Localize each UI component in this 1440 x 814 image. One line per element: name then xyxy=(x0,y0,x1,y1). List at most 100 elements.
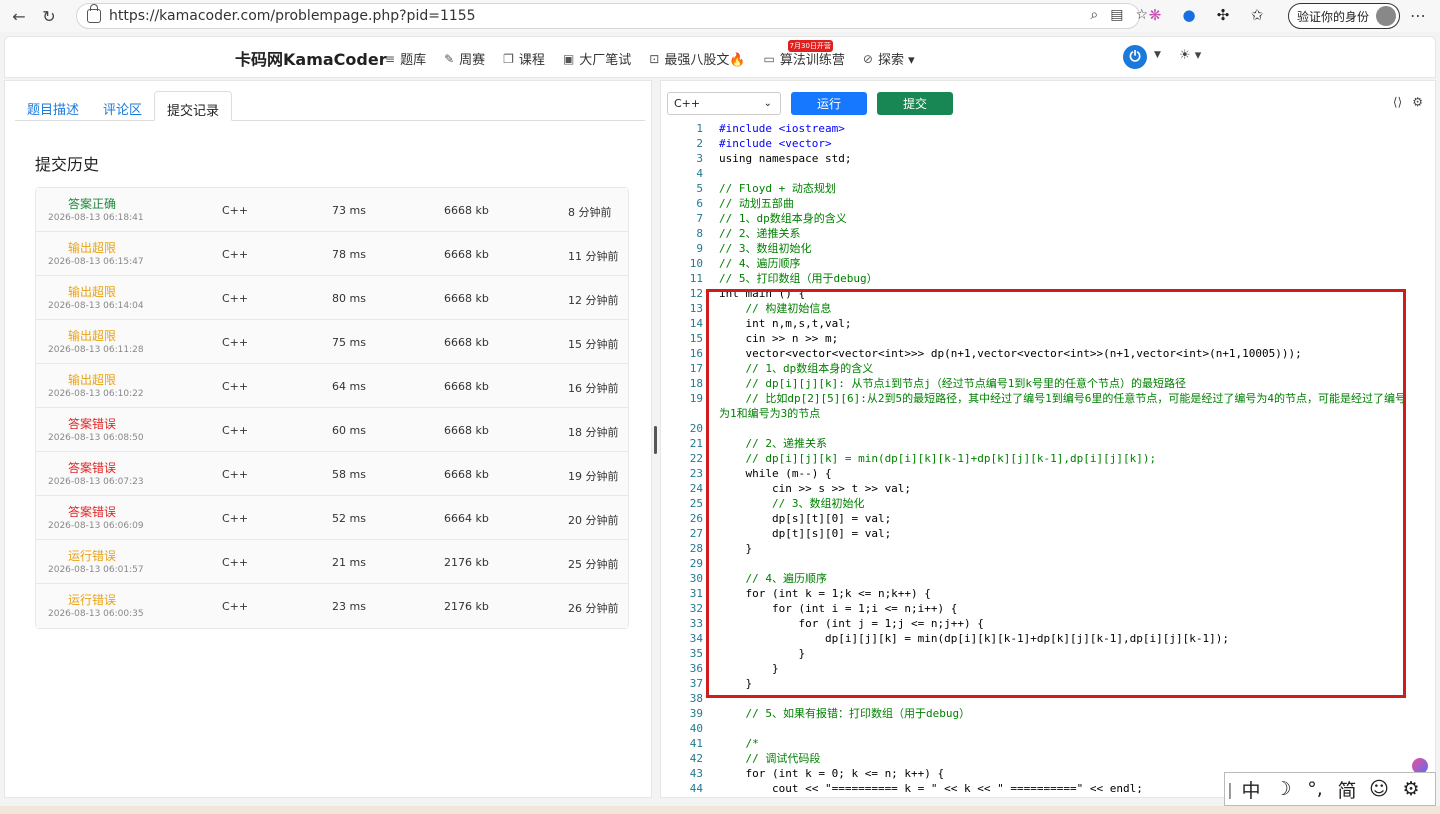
puzzle-icon[interactable]: ✣ xyxy=(1213,5,1233,25)
power-icon[interactable]: ⏻ xyxy=(1123,45,1147,69)
nav-item-interview[interactable]: ⊡ 最强八股文🔥 xyxy=(649,49,745,69)
submit-language: C++ xyxy=(222,468,249,481)
nav-item-weekly[interactable]: ✎ 周赛 xyxy=(444,49,485,69)
status-badge[interactable]: 答案错误 xyxy=(36,415,148,432)
code-line: 20 xyxy=(667,421,1427,436)
simplified-toggle[interactable]: 简 xyxy=(1331,776,1363,803)
emoji-icon[interactable]: ☺ xyxy=(1363,778,1395,800)
line-number: 26 xyxy=(689,512,703,525)
tab-bar: 题目描述 评论区 提交记录 xyxy=(15,91,645,121)
right-panel: C++ ⌄ 运行 提交 ⟨⟩ ⚙ 1 #include <iostream> 2 #i… xyxy=(660,80,1436,798)
tab-comments[interactable]: 评论区 xyxy=(91,91,154,121)
line-number: 23 xyxy=(689,467,703,480)
line-number: 1 xyxy=(696,122,703,135)
gear-icon[interactable]: ⚙ xyxy=(1412,95,1423,109)
relative-time: 20 分钟前 xyxy=(568,514,619,527)
site-brand[interactable]: 卡码网KamaCoder xyxy=(235,46,387,70)
favorites-icon[interactable]: ✩ xyxy=(1247,5,1267,25)
settings-icon[interactable]: ⚙ xyxy=(1395,778,1427,800)
memory-usage: 6668 kb xyxy=(444,292,489,305)
code-line: 32 for (int i = 1;i <= n;i++) { xyxy=(667,601,1427,616)
code-line: 26 dp[s][t][0] = val; xyxy=(667,511,1427,526)
code-text: for (int k = 1;k <= n;k++) { xyxy=(719,587,931,600)
language-select[interactable]: C++ ⌄ xyxy=(667,91,781,115)
table-row[interactable]: 答案错误 2026-08-13 06:06:09 C++ 52 ms 6664 kb 20… xyxy=(36,496,628,540)
ime-chinese-toggle[interactable]: 中 xyxy=(1235,776,1267,803)
code-text: dp[i][j][k] = min(dp[i][k][k-1]+dp[k][j]… xyxy=(719,632,1229,645)
code-editor[interactable]: 1 #include <iostream> 2 #include <vector> 3 u… xyxy=(667,121,1427,793)
tab-submissions[interactable]: 提交记录 xyxy=(154,91,233,121)
status-badge[interactable]: 答案正确 xyxy=(36,195,148,212)
search-icon[interactable]: ⌕ xyxy=(1090,7,1098,23)
table-row[interactable]: 答案正确 2026-08-13 06:18:41 C++ 73 ms 6668 kb 8 … xyxy=(36,188,628,232)
status-badge[interactable]: 运行错误 xyxy=(36,547,148,564)
code-line: 24 cin >> s >> t >> val; xyxy=(667,481,1427,496)
punctuation-toggle[interactable]: °, xyxy=(1299,778,1331,800)
memory-usage: 6668 kb xyxy=(444,248,489,261)
code-text: } xyxy=(719,647,806,660)
code-line: 30 // 4、遍历顺序 xyxy=(667,571,1427,586)
code-line: 11 // 5、打印数组（用于debug） xyxy=(667,271,1427,286)
code-text: cin >> n >> m; xyxy=(719,332,839,345)
run-time: 60 ms xyxy=(332,424,366,437)
reader-icon[interactable]: ▤ xyxy=(1110,7,1123,23)
status-badge[interactable]: 输出超限 xyxy=(36,371,148,388)
status-badge[interactable]: 输出超限 xyxy=(36,327,148,344)
table-row[interactable]: 输出超限 2026-08-13 06:11:28 C++ 75 ms 6668 kb 15… xyxy=(36,320,628,364)
run-time: 58 ms xyxy=(332,468,366,481)
code-text: // 2、递推关系 xyxy=(719,227,801,240)
nav-item-explore[interactable]: ⊘ 探索 ▾ xyxy=(863,49,915,69)
ime-toolbar: | 中 ☽ °, 简 ☺ ⚙ xyxy=(1224,772,1436,806)
back-icon[interactable]: ← xyxy=(8,5,30,27)
line-number: 36 xyxy=(689,662,703,675)
code-line: 42 // 调试代码段 xyxy=(667,751,1427,766)
table-row[interactable]: 输出超限 2026-08-13 06:14:04 C++ 80 ms 6668 kb 12… xyxy=(36,276,628,320)
code-format-icon[interactable]: ⟨⟩ xyxy=(1393,95,1402,109)
run-button[interactable]: 运行 xyxy=(791,91,867,115)
nav-item-problems[interactable]: ≡ 题库 xyxy=(385,49,426,69)
theme-toggle[interactable]: ☀ ▾ xyxy=(1179,48,1201,63)
relative-time: 18 分钟前 xyxy=(568,426,619,439)
table-row[interactable]: 运行错误 2026-08-13 06:01:57 C++ 21 ms 2176 kb 25… xyxy=(36,540,628,584)
nav-item-courses[interactable]: ❐ 课程 xyxy=(503,49,545,69)
line-number: 38 xyxy=(689,692,703,705)
status-badge[interactable]: 输出超限 xyxy=(36,239,148,256)
address-bar[interactable]: https://kamacoder.com/problempage.php?pi… xyxy=(76,3,1140,29)
submit-button[interactable]: 提交 xyxy=(877,91,953,115)
line-number: 31 xyxy=(689,587,703,600)
code-line: 21 // 2、递推关系 xyxy=(667,436,1427,451)
status-badge[interactable]: 答案错误 xyxy=(36,459,148,476)
profile-button[interactable]: 验证你的身份 xyxy=(1288,3,1400,29)
tab-description[interactable]: 题目描述 xyxy=(15,91,91,121)
code-text: int main () { xyxy=(719,287,806,300)
moon-icon[interactable]: ☽ xyxy=(1267,778,1299,800)
nav-item-exams[interactable]: ▣ 大厂笔试 xyxy=(563,49,631,69)
line-number: 35 xyxy=(689,647,703,660)
status-badge[interactable]: 输出超限 xyxy=(36,283,148,300)
code-text: vector<vector<vector<int>>> dp(n+1,vecto… xyxy=(719,347,1302,360)
chevron-down-icon[interactable]: ▼ xyxy=(1154,50,1161,60)
line-number: 22 xyxy=(689,452,703,465)
table-row[interactable]: 答案错误 2026-08-13 06:07:23 C++ 58 ms 6668 kb 19… xyxy=(36,452,628,496)
messenger-icon[interactable]: ● xyxy=(1179,5,1199,25)
line-number: 4 xyxy=(696,167,703,180)
status-badge[interactable]: 运行错误 xyxy=(36,591,148,608)
status-badge[interactable]: 答案错误 xyxy=(36,503,148,520)
copilot-icon[interactable]: ❋ xyxy=(1145,5,1165,25)
reload-icon[interactable]: ↻ xyxy=(38,5,60,27)
table-row[interactable]: 输出超限 2026-08-13 06:15:47 C++ 78 ms 6668 kb 11… xyxy=(36,232,628,276)
more-icon[interactable]: ⋯ xyxy=(1410,6,1426,25)
table-row[interactable]: 输出超限 2026-08-13 06:10:22 C++ 64 ms 6668 kb 16… xyxy=(36,364,628,408)
code-text: cin >> s >> t >> val; xyxy=(719,482,912,495)
line-number: 34 xyxy=(689,632,703,645)
code-line: 38 xyxy=(667,691,1427,706)
nav-item-camp[interactable]: ▭ 算法训练营 7月30日开营 xyxy=(764,40,845,68)
line-number: 15 xyxy=(689,332,703,345)
submit-time: 2026-08-13 06:01:57 xyxy=(48,565,144,575)
panel-splitter[interactable] xyxy=(654,426,657,454)
table-row[interactable]: 答案错误 2026-08-13 06:08:50 C++ 60 ms 6668 kb 18… xyxy=(36,408,628,452)
run-time: 52 ms xyxy=(332,512,366,525)
code-line: 14 int n,m,s,t,val; xyxy=(667,316,1427,331)
memory-usage: 6668 kb xyxy=(444,424,489,437)
table-row[interactable]: 运行错误 2026-08-13 06:00:35 C++ 23 ms 2176 kb 26… xyxy=(36,584,628,628)
